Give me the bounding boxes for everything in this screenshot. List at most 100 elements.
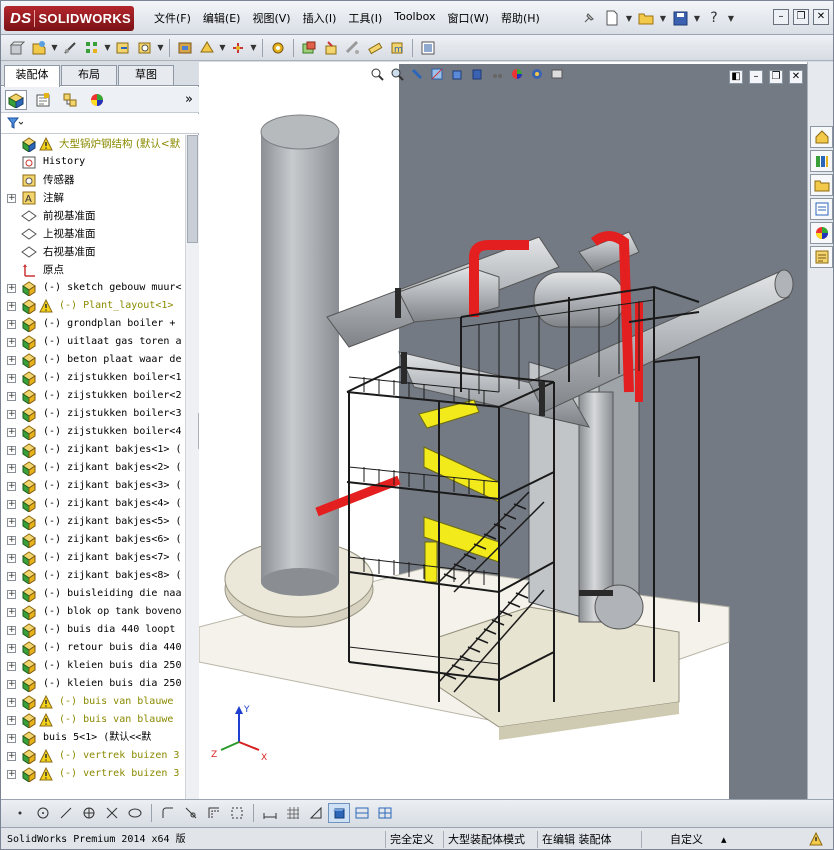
large-assembly-settings-icon[interactable] bbox=[418, 38, 438, 58]
zoom-to-fit-icon[interactable] bbox=[369, 66, 385, 82]
sketch-chamfer-icon[interactable] bbox=[180, 803, 202, 823]
tree-item[interactable]: + (-) Plant_layout<1> bbox=[1, 297, 185, 315]
line-icon[interactable] bbox=[55, 803, 77, 823]
tree-item[interactable]: + (-) zijkant bakjes<6> ( bbox=[1, 531, 185, 549]
tree-item[interactable]: + (-) zijkant bakjes<4> ( bbox=[1, 495, 185, 513]
tree-item[interactable]: + (-) grondplan boiler + bbox=[1, 315, 185, 333]
expand-toggle-icon[interactable]: + bbox=[7, 626, 16, 635]
ref-geom-dropdown-icon[interactable]: ▼ bbox=[219, 43, 226, 52]
new-part-icon[interactable] bbox=[29, 38, 49, 58]
menu-insert[interactable]: 插入(I) bbox=[297, 10, 343, 26]
tree-item[interactable]: + buis 5<1> (默认<<默 bbox=[1, 729, 185, 747]
tree-item[interactable]: + (-) uitlaat gas toren a bbox=[1, 333, 185, 351]
custom-properties-icon[interactable] bbox=[810, 246, 833, 268]
hide-show-items-icon[interactable] bbox=[489, 66, 505, 82]
help-dropdown-icon[interactable]: ▼ bbox=[727, 8, 735, 28]
featuremanager-tree-icon[interactable] bbox=[5, 89, 27, 110]
close-icon[interactable]: ✕ bbox=[813, 9, 829, 25]
tree-item[interactable]: 前视基准面 bbox=[1, 207, 185, 225]
expand-toggle-icon[interactable]: + bbox=[7, 464, 16, 473]
expand-toggle-icon[interactable]: + bbox=[7, 590, 16, 599]
grid-icon[interactable] bbox=[282, 803, 304, 823]
pin-menu-icon[interactable] bbox=[579, 8, 599, 28]
new-part-dropdown-icon[interactable]: ▼ bbox=[51, 43, 58, 52]
expand-toggle-icon[interactable]: + bbox=[7, 194, 16, 203]
tree-item[interactable]: + (-) zijkant bakjes<8> ( bbox=[1, 567, 185, 585]
menu-window[interactable]: 窗口(W) bbox=[441, 10, 494, 26]
units-selector[interactable]: 自定义 ▴ bbox=[641, 831, 761, 848]
apply-scene-icon[interactable] bbox=[529, 66, 545, 82]
restore-icon[interactable]: ❐ bbox=[793, 9, 809, 25]
rebuild-notification-icon[interactable] bbox=[807, 830, 825, 847]
expand-toggle-icon[interactable]: + bbox=[7, 374, 16, 383]
propertymanager-icon[interactable] bbox=[32, 90, 54, 110]
circle-icon[interactable] bbox=[32, 803, 54, 823]
expand-toggle-icon[interactable]: + bbox=[7, 608, 16, 617]
view-settings-icon[interactable] bbox=[549, 66, 565, 82]
tree-item[interactable]: + (-) zijkant bakjes<7> ( bbox=[1, 549, 185, 567]
mass-properties-icon[interactable]: m bbox=[387, 38, 407, 58]
expand-toggle-icon[interactable]: + bbox=[7, 554, 16, 563]
tree-item[interactable]: 大型锅炉钢结构 (默认<默 bbox=[1, 135, 185, 153]
minimize-icon[interactable]: – bbox=[773, 9, 789, 25]
expand-toggle-icon[interactable]: + bbox=[7, 518, 16, 527]
menu-help[interactable]: 帮助(H) bbox=[495, 10, 546, 26]
mate-icon[interactable] bbox=[60, 38, 80, 58]
menu-toolbox[interactable]: Toolbox bbox=[388, 10, 441, 26]
new-dropdown-icon[interactable]: ▼ bbox=[625, 8, 633, 28]
graphics-area[interactable]: ◧ – ❐ ✕ Y X Z bbox=[199, 62, 807, 799]
bill-of-materials-icon[interactable] bbox=[268, 38, 288, 58]
tree-item[interactable]: + (-) buis dia 440 loopt bbox=[1, 621, 185, 639]
tree-item[interactable]: + A 注解 bbox=[1, 189, 185, 207]
tab-layout[interactable]: 布局 bbox=[61, 65, 117, 85]
viewport-close-icon[interactable]: ✕ bbox=[789, 70, 803, 84]
displaymanager-icon[interactable] bbox=[86, 90, 108, 110]
solidworks-resources-icon[interactable] bbox=[810, 126, 833, 148]
expand-toggle-icon[interactable]: + bbox=[7, 662, 16, 671]
tree-item[interactable]: 上视基准面 bbox=[1, 225, 185, 243]
expand-toggle-icon[interactable]: + bbox=[7, 536, 16, 545]
expand-toggle-icon[interactable]: + bbox=[7, 410, 16, 419]
expand-toggle-icon[interactable]: + bbox=[7, 284, 16, 293]
tree-scrollbar[interactable] bbox=[185, 135, 199, 799]
show-hidden-icon[interactable] bbox=[135, 38, 155, 58]
tab-sketch[interactable]: 草图 bbox=[118, 65, 174, 85]
tree-item[interactable]: + (-) zijstukken boiler<2 bbox=[1, 387, 185, 405]
menu-edit[interactable]: 编辑(E) bbox=[197, 10, 247, 26]
save-dropdown-icon[interactable]: ▼ bbox=[693, 8, 701, 28]
show-hidden-dropdown-icon[interactable]: ▼ bbox=[157, 43, 164, 52]
expand-toggle-icon[interactable]: + bbox=[7, 392, 16, 401]
trim-icon[interactable] bbox=[101, 803, 123, 823]
filter-icon[interactable] bbox=[6, 117, 24, 132]
ellipse-icon[interactable] bbox=[124, 803, 146, 823]
edit-appearance-icon[interactable] bbox=[509, 66, 525, 82]
help-icon[interactable]: ? bbox=[704, 8, 724, 28]
tree-item[interactable]: + (-) buis van blauwe bbox=[1, 711, 185, 729]
tree-item[interactable]: History bbox=[1, 153, 185, 171]
scrollbar-thumb[interactable] bbox=[187, 135, 198, 243]
view-palette-icon[interactable] bbox=[810, 198, 833, 220]
open-folder-icon[interactable] bbox=[636, 8, 656, 28]
menu-file[interactable]: 文件(F) bbox=[148, 10, 197, 26]
expand-toggle-icon[interactable]: + bbox=[7, 428, 16, 437]
tree-item[interactable]: 原点 bbox=[1, 261, 185, 279]
assembly-features-icon[interactable] bbox=[175, 38, 195, 58]
expand-toggle-icon[interactable]: + bbox=[7, 716, 16, 725]
expand-toggle-icon[interactable]: + bbox=[7, 338, 16, 347]
expand-toggle-icon[interactable]: + bbox=[7, 572, 16, 581]
clearance-verification-icon[interactable] bbox=[321, 38, 341, 58]
tree-item[interactable]: 传感器 bbox=[1, 171, 185, 189]
tree-item[interactable]: + (-) kleien buis dia 250 bbox=[1, 675, 185, 693]
file-explorer-icon[interactable] bbox=[810, 174, 833, 196]
solidworks-logo[interactable]: DS SOLIDWORKS bbox=[4, 6, 134, 31]
tree-item[interactable]: + (-) buis van blauwe bbox=[1, 693, 185, 711]
offset-entities-icon[interactable] bbox=[203, 803, 225, 823]
expand-toggle-icon[interactable]: + bbox=[7, 356, 16, 365]
zoom-to-area-icon[interactable] bbox=[389, 66, 405, 82]
tab-assembly[interactable]: 装配体 bbox=[4, 65, 60, 87]
viewport-restore-icon[interactable]: ❐ bbox=[769, 70, 783, 84]
single-viewport-icon[interactable] bbox=[351, 803, 373, 823]
pattern-dropdown-icon[interactable]: ▼ bbox=[104, 43, 111, 52]
explode-dropdown-icon[interactable]: ▼ bbox=[250, 43, 257, 52]
expand-toggle-icon[interactable]: + bbox=[7, 698, 16, 707]
